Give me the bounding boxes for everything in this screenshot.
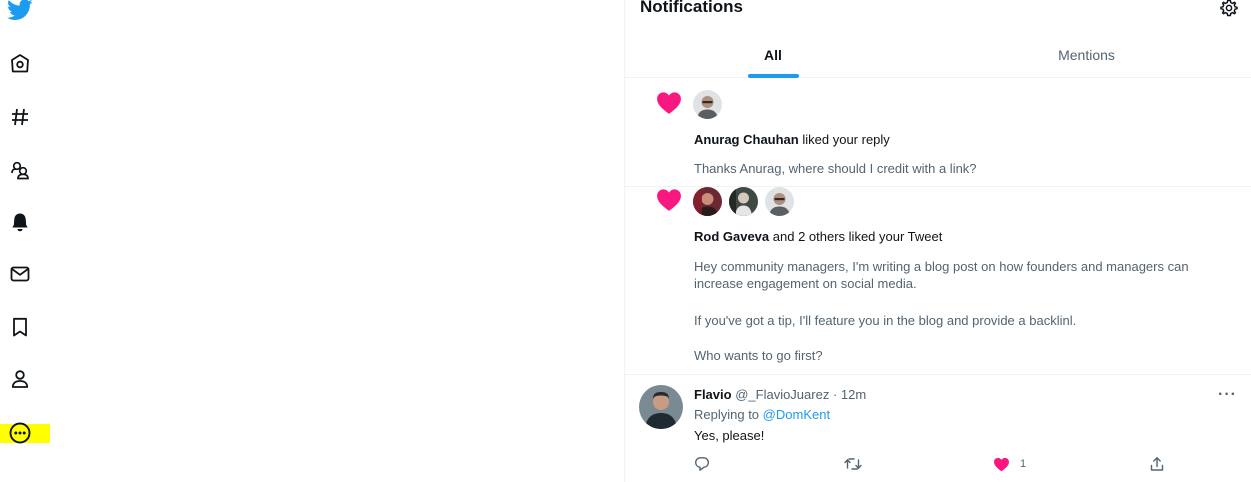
home-icon[interactable] xyxy=(4,48,36,80)
bookmarks-icon[interactable] xyxy=(4,311,36,343)
avatar[interactable] xyxy=(693,187,722,216)
notification-action: and 2 others liked your Tweet xyxy=(772,229,943,244)
actor-name[interactable]: Anurag Chauhan xyxy=(694,132,799,147)
like-heart-icon xyxy=(994,457,1009,471)
like-count: 1 xyxy=(1020,458,1027,470)
tweet-preview-paragraph: If you've got a tip, I'll feature you in… xyxy=(694,313,1077,328)
more-circle-icon[interactable] xyxy=(4,417,36,449)
explore-hashtag-icon[interactable] xyxy=(4,101,36,133)
author-name[interactable]: Flavio xyxy=(694,387,732,402)
retweet-icon xyxy=(844,458,862,470)
more-options-icon[interactable]: ··· xyxy=(1218,386,1237,404)
notification-text: Rod Gaveva and 2 others liked your Tweet xyxy=(694,229,942,244)
divider xyxy=(625,374,1251,375)
left-nav xyxy=(0,0,50,482)
heart-icon xyxy=(657,92,681,114)
tweet-preview-paragraph: Hey community managers, I'm writing a bl… xyxy=(694,259,1189,291)
notification-action: liked your reply xyxy=(802,132,890,147)
tab-mentions[interactable]: Mentions xyxy=(935,36,1238,78)
mention-link[interactable]: @DomKent xyxy=(763,407,830,422)
avatar[interactable] xyxy=(693,90,722,119)
notification-text: Anurag Chauhan liked your reply xyxy=(694,132,890,147)
author-handle-time[interactable]: @_FlavioJuarez · 12m xyxy=(735,387,866,402)
like-button[interactable]: 1 xyxy=(993,455,1026,473)
replying-to: Replying to @DomKent xyxy=(694,407,830,422)
notification-preview: Thanks Anurag, where should I credit wit… xyxy=(694,161,977,176)
avatar[interactable] xyxy=(639,385,683,429)
actor-name[interactable]: Rod Gaveva xyxy=(694,229,769,244)
profile-icon[interactable] xyxy=(4,363,36,395)
notification-tabs: All Mentions xyxy=(625,36,1251,78)
avatar[interactable] xyxy=(765,187,794,216)
communities-icon[interactable] xyxy=(4,154,36,186)
share-button[interactable] xyxy=(1149,455,1165,473)
tab-all-label: All xyxy=(764,47,782,63)
tweet-preview-paragraph: Who wants to go first? xyxy=(694,348,823,363)
messages-mail-icon[interactable] xyxy=(4,258,36,290)
share-icon xyxy=(1150,457,1164,471)
retweet-button[interactable] xyxy=(844,455,862,473)
avatar[interactable] xyxy=(729,187,758,216)
reply-button[interactable] xyxy=(694,455,710,473)
twitter-logo-icon[interactable] xyxy=(4,0,36,26)
divider xyxy=(625,186,1251,187)
gear-icon[interactable] xyxy=(1219,0,1239,18)
replying-prefix: Replying to xyxy=(694,407,760,422)
tab-all[interactable]: All xyxy=(625,36,921,78)
notifications-column: Notifications All Mentions Anurag Chauha… xyxy=(624,0,1251,482)
reply-icon xyxy=(695,457,709,471)
active-tab-indicator xyxy=(748,74,799,78)
tab-mentions-label: Mentions xyxy=(1058,47,1115,63)
reply-author: Flavio @_FlavioJuarez · 12m xyxy=(694,387,866,402)
tweet-text: Yes, please! xyxy=(694,428,765,443)
heart-icon xyxy=(657,189,681,211)
notifications-bell-icon[interactable] xyxy=(4,206,36,238)
page-title: Notifications xyxy=(640,0,743,16)
